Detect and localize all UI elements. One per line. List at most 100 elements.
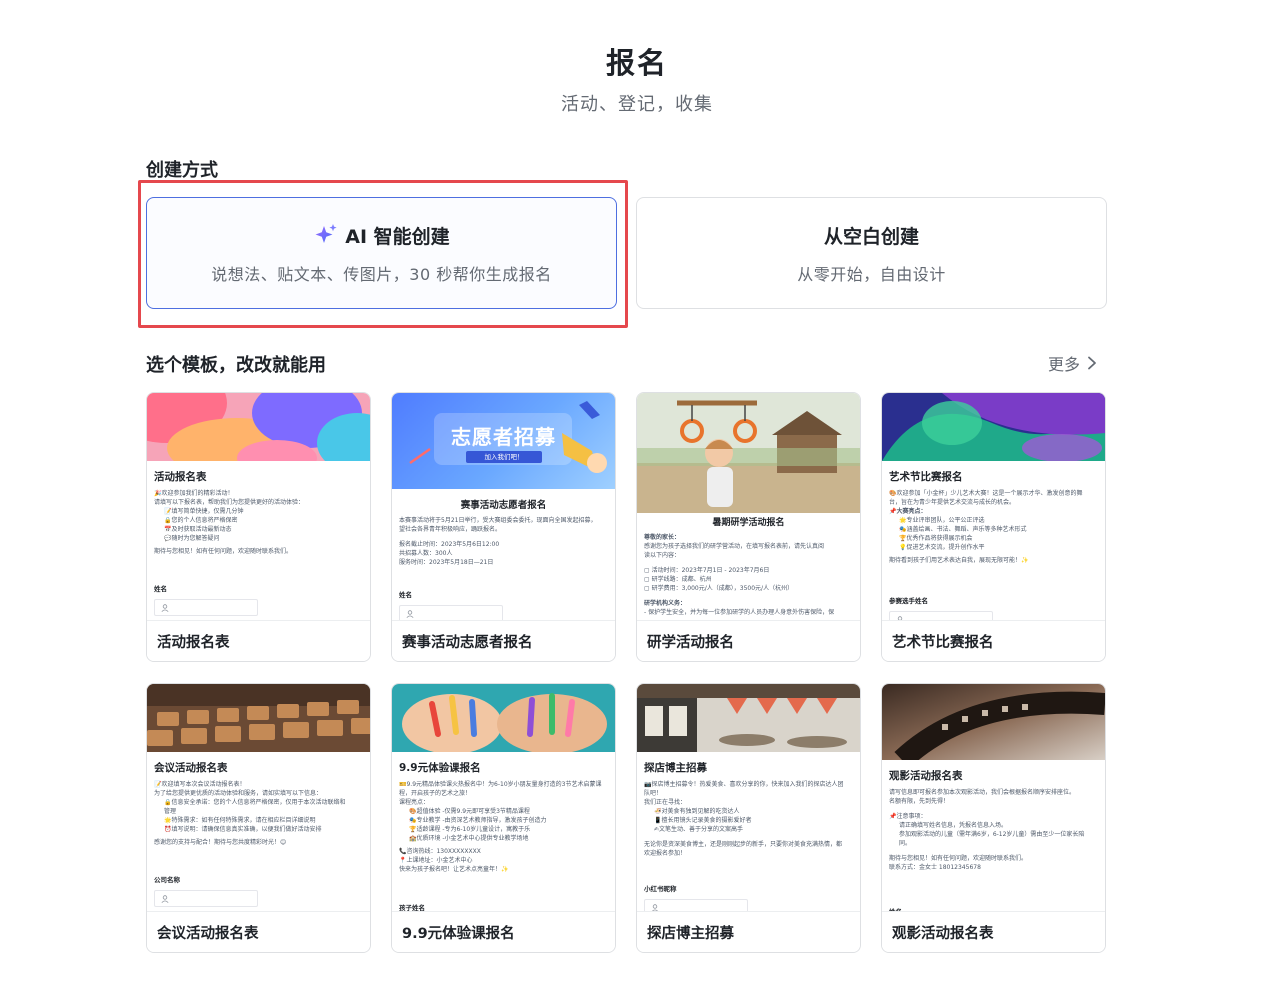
template-card-movie[interactable]: 观影活动报名表 请写信息即可报名参加本次观影活动，我们会根据报名顺序安排座位。 …: [881, 683, 1106, 953]
template-name: 艺术节比赛报名: [882, 620, 1105, 661]
field-input-preview: [399, 605, 503, 621]
template-card-volunteer[interactable]: 志愿者招募 加入我们吧！ 赛事活动志愿者报名 本赛事活动将于5月21日举行，受大…: [391, 392, 616, 662]
template-name: 9.9元体验课报名: [392, 911, 615, 952]
text-line: 📝欢迎填写本次会议活动报名表！: [154, 781, 246, 788]
section-title-templates: 选个模板，改改就能用: [146, 355, 326, 376]
field-label: 小红书昵称: [644, 885, 677, 893]
child-playground-photo: [637, 393, 860, 513]
abstract-banner-image: [147, 393, 370, 461]
form-title: 暑期研学活动报名: [712, 518, 785, 528]
template-preview: 暑期研学活动报名 尊敬的家长： 感谢您为孩子选择我们的研学营活动，在填写报名表前…: [637, 393, 860, 621]
field-input-preview: [154, 890, 258, 907]
template-preview: 9.9元体验课报名 🎫9.9元精品体验课火热报名中！为6-10岁小朋友量身打造的…: [392, 684, 615, 912]
form-title: 赛事活动志愿者报名: [460, 500, 547, 511]
template-name: 活动报名表: [147, 620, 370, 661]
template-card-store-blogger[interactable]: 探店博主招募 📷探店博主招募令！热爱美食、喜欢分享的你，快来加入我们的探店达人团…: [636, 683, 861, 953]
field-label: 姓名: [399, 591, 412, 599]
text-line: 🔒您的个人信息将严格保密: [164, 517, 238, 524]
text-line: 联系方式：金女士 18012345678: [889, 864, 981, 871]
template-preview: 志愿者招募 加入我们吧！ 赛事活动志愿者报名 本赛事活动将于5月21日举行，受大…: [392, 393, 615, 621]
blank-create-title: 从空白创建: [823, 225, 919, 248]
text-line: 🏆优秀作品将获得展示机会: [899, 535, 973, 542]
film-reel-photo: [882, 684, 1105, 760]
text-line: ▢ 活动时间：2023年7月1日 - 2023年7月6日: [644, 567, 770, 574]
template-name: 观影活动报名表: [882, 911, 1105, 952]
text-line: 📝填写简单快捷，仅需几分钟: [164, 508, 244, 515]
painted-hands-photo: [392, 684, 615, 752]
text-line: 📌注意事项：: [889, 813, 927, 820]
text-line: 快来为孩子报名吧！让艺术点亮童年！✨: [399, 866, 509, 873]
text-line: 望社会各界青年积极响应，踊跃报名。: [399, 526, 502, 533]
blank-create-desc: 从零开始，自由设计: [797, 264, 946, 284]
template-card-activity[interactable]: 活动报名表 🎉欢迎参加我们的精彩活动！ 请填写以下报名表，帮助我们为您提供更好的…: [146, 392, 371, 662]
conference-chairs-photo: [147, 684, 370, 752]
form-title: 艺术节比赛报名: [889, 471, 963, 483]
text-line: 程，开启孩子的艺术之旅！: [399, 790, 472, 797]
text-line: 🎭专业教学 -由资深艺术教师指导，激发孩子创造力: [409, 817, 547, 824]
banner-title: 志愿者招募: [451, 425, 556, 449]
text-line: - 保护学生安全，并为每一位参加研学的人员办理人身意外伤害保险，保: [644, 609, 835, 616]
template-name: 探店博主招募: [637, 911, 860, 952]
field-input-preview: [154, 599, 258, 616]
text-line: 感谢您为孩子选择我们的研学营活动，在填写报名表前，请先认真阅: [644, 543, 825, 550]
text-line: 🎭涵盖绘画、书法、舞蹈、声乐等多种艺术形式: [899, 526, 1027, 533]
page-subtitle: 活动、登记，收集: [561, 94, 713, 115]
text-line: ✍文笔生动、善于分享的文案高手: [654, 826, 744, 833]
text-line: 🎨欢迎参加「小金杯」少儿艺术大赛！这是一个展示才华、激发创意的舞: [889, 490, 1083, 497]
field-label: 姓名: [154, 585, 167, 593]
text-line: 期待看到孩子们用艺术表达自我，展现无限可能！✨: [889, 557, 1029, 564]
volunteer-banner-image: 志愿者招募 加入我们吧！: [392, 393, 615, 489]
text-line: 参加观影活动的儿童（需年满6岁，6-12岁儿童）需由至少一位家长陪: [899, 831, 1085, 838]
text-line: 🌟特殊需求：如有任何特殊需求，请在相应栏目详细说明: [164, 817, 316, 824]
template-preview: 活动报名表 🎉欢迎参加我们的精彩活动！ 请填写以下报名表，帮助我们为您提供更好的…: [147, 393, 370, 621]
field-label: 公司名称: [154, 876, 180, 884]
form-title: 会议活动报名表: [154, 762, 228, 774]
text-line: ▢ 研学费用：3,000元/人（成都），3500元/人（杭州）: [644, 585, 794, 592]
text-line: 我们正在寻找：: [644, 799, 687, 806]
section-title-create: 创建方式: [146, 160, 218, 181]
template-card-trial-class[interactable]: 9.9元体验课报名 🎫9.9元精品体验课火热报名中！为6-10岁小朋友量身打造的…: [391, 683, 616, 953]
text-line: 📷探店博主招募令！热爱美食、喜欢分享的你，快来加入我们的探店达人团: [644, 781, 844, 788]
template-preview: 观影活动报名表 请写信息即可报名参加本次观影活动，我们会根据报名顺序安排座位。 …: [882, 684, 1105, 912]
text-line: 💬随时为您解答疑问: [164, 535, 220, 542]
text-line: 💡促进艺术交流，提升创作水平: [899, 544, 985, 551]
text-line: 🍜对美食有独到见解的吃货达人: [654, 808, 740, 815]
text-line: ▢ 研学线路：成都、杭州: [644, 576, 712, 583]
text-line: 🎨超值体验 -仅需9.9元即可享受3节精品课程: [409, 808, 530, 815]
text-line: 期待与您相见！如有任何问题，欢迎随时联系我们。: [154, 548, 293, 555]
ai-create-highlight: [138, 180, 628, 328]
text-line: 请填写以下报名表，帮助我们为您提供更好的活动体验：: [154, 499, 305, 506]
text-line: 📱擅长用镜头记录美食的摄影爱好者: [654, 817, 752, 824]
user-icon: [406, 610, 414, 618]
text-line: 读以下内容：: [644, 552, 681, 559]
page-title: 报名: [605, 46, 668, 80]
text-line: 🎫9.9元精品体验课火热报名中！为6-10岁小朋友量身打造的3节艺术启蒙课: [399, 781, 602, 788]
text-line: 尊敬的家长：: [644, 534, 681, 541]
text-line: 服务时间：2023年5月18日—21日: [399, 559, 494, 566]
text-line: ⏰填写说明：请确保信息真实准确，以便我们做好活动安排: [164, 826, 322, 833]
template-preview: 探店博主招募 📷探店博主招募令！热爱美食、喜欢分享的你，快来加入我们的探店达人团…: [637, 684, 860, 912]
form-title: 9.9元体验课报名: [399, 762, 481, 774]
template-card-study-tour[interactable]: 暑期研学活动报名 尊敬的家长： 感谢您为孩子选择我们的研学营活动，在填写报名表前…: [636, 392, 861, 662]
text-line: 🏆适龄课程 -专为6-10岁儿童设计，寓教于乐: [409, 826, 531, 833]
text-line: 队吧！: [644, 790, 663, 797]
more-templates-link[interactable]: 更多: [1048, 351, 1098, 375]
restaurant-interior-photo: [637, 684, 860, 752]
user-icon: [161, 604, 169, 612]
template-card-conference[interactable]: 会议活动报名表 📝欢迎填写本次会议活动报名表！ 为了给您提供更优质的活动体验和服…: [146, 683, 371, 953]
text-line: 报名截止时间：2023年5月6日12:00: [399, 541, 500, 548]
form-title: 探店博主招募: [644, 762, 707, 774]
template-preview: 艺术节比赛报名 🎨欢迎参加「小金杯」少儿艺术大赛！这是一个展示才华、激发创意的舞…: [882, 393, 1105, 621]
template-name: 研学活动报名: [637, 620, 860, 661]
abstract-banner-image: [882, 393, 1105, 461]
text-line: 📌大赛亮点：: [889, 508, 927, 515]
text-line: 感谢您的支持与配合！期待与您共度精彩时光！😊: [154, 839, 287, 846]
text-line: 台，旨在为青少年提供艺术交流与成长的机会。: [889, 499, 1016, 506]
text-line: 🔒信息安全承诺：您的个人信息将严格保密，仅用于本次活动联络和: [164, 799, 346, 806]
user-icon: [161, 895, 169, 903]
template-card-art-festival[interactable]: 艺术节比赛报名 🎨欢迎参加「小金杯」少儿艺术大赛！这是一个展示才华、激发创意的舞…: [881, 392, 1106, 662]
blank-create-card[interactable]: 从空白创建 从零开始，自由设计: [636, 197, 1107, 309]
text-line: 请写信息即可报名参加本次观影活动，我们会根据报名顺序安排座位。: [889, 789, 1076, 796]
text-line: 研学机构义务：: [644, 600, 687, 607]
form-title: 观影活动报名表: [889, 770, 963, 782]
